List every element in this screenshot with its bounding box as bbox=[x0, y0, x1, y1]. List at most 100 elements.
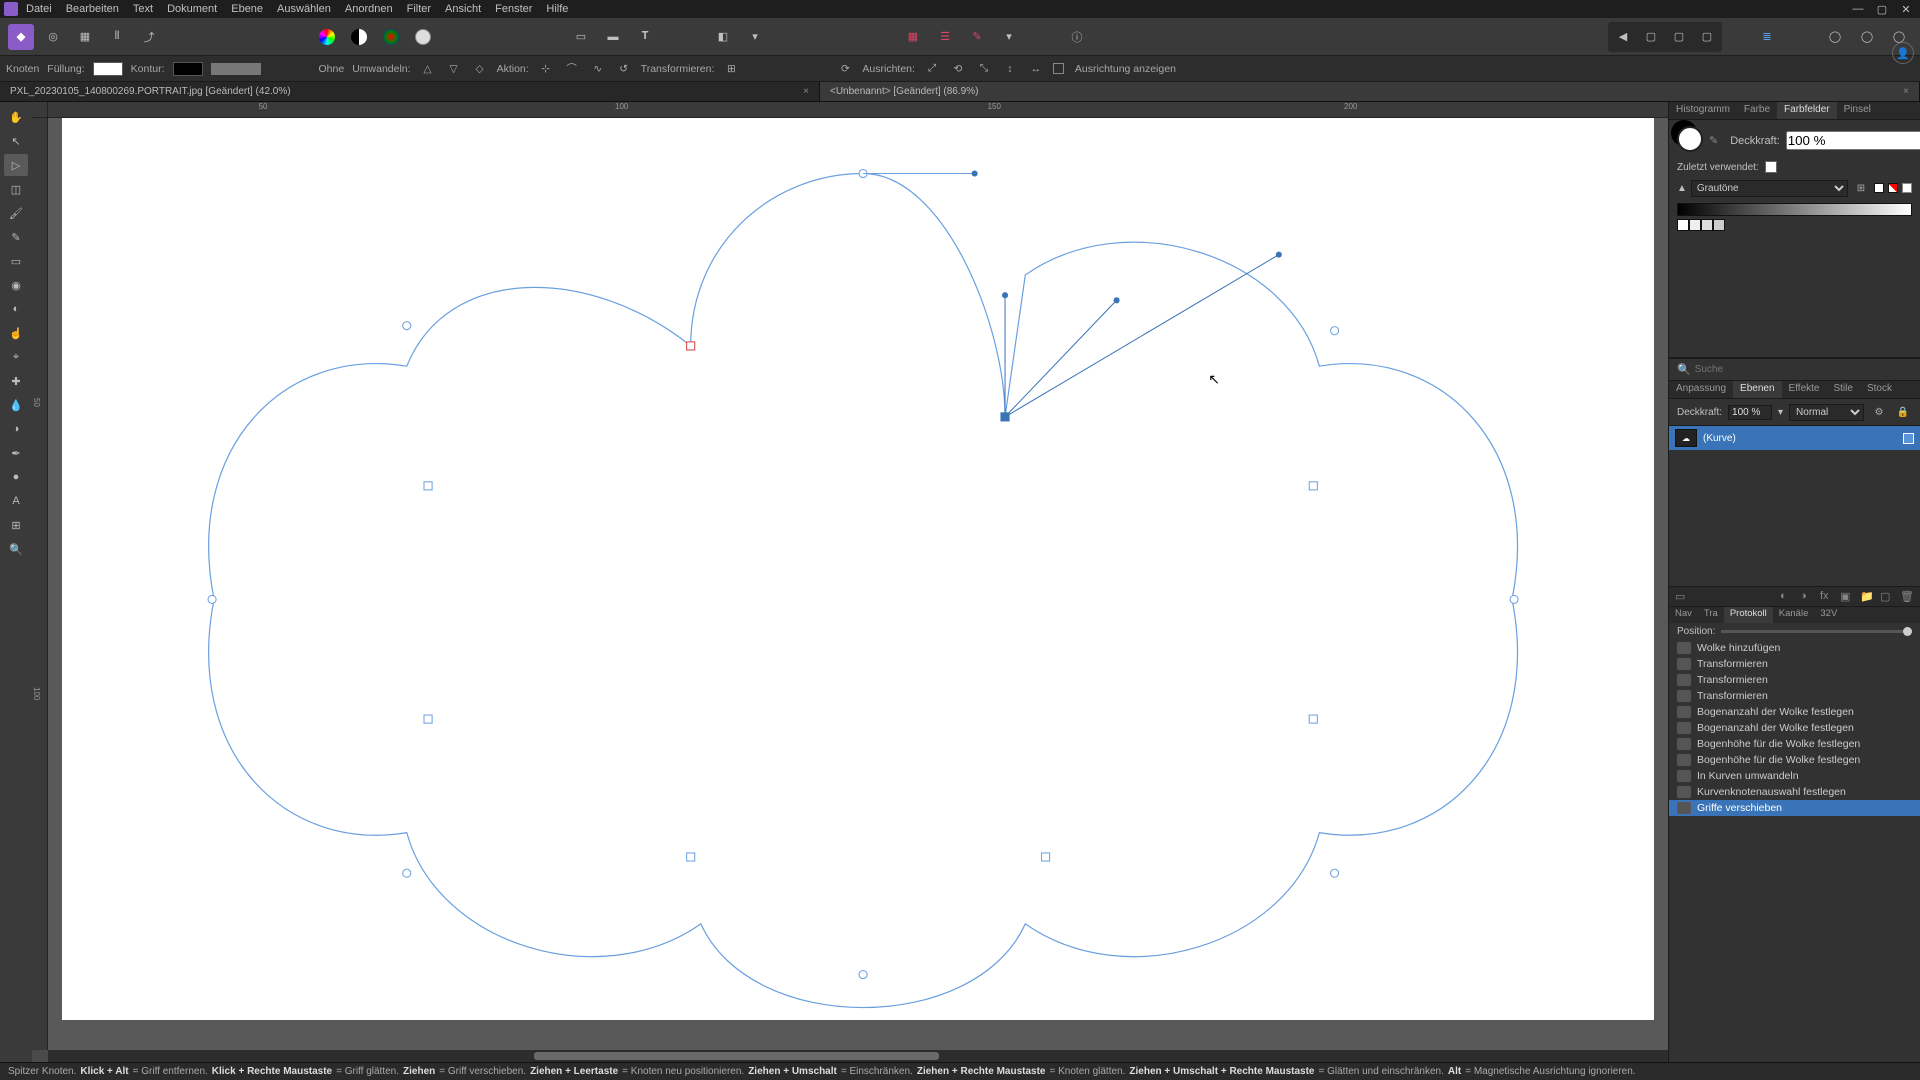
convert-sharp-icon[interactable]: △ bbox=[419, 60, 437, 78]
eyedropper-icon[interactable]: ✎ bbox=[1709, 134, 1718, 147]
snap-icon[interactable]: ✎ bbox=[964, 24, 990, 50]
gradient-tool-icon[interactable]: ◐ bbox=[4, 298, 28, 320]
convert-smooth-icon[interactable]: ▽ bbox=[445, 60, 463, 78]
history-item[interactable]: Bogenhöhe für die Wolke festlegen bbox=[1669, 752, 1920, 768]
assistant-icon[interactable]: ⓘ bbox=[1064, 24, 1090, 50]
layer-opacity-input[interactable] bbox=[1728, 405, 1772, 420]
persona-tone-icon[interactable]: ⦀ bbox=[104, 24, 130, 50]
history-item[interactable]: In Kurven umwandeln bbox=[1669, 768, 1920, 784]
menu-filter[interactable]: Filter bbox=[407, 3, 431, 15]
recent-swatch-1[interactable] bbox=[1765, 161, 1777, 173]
canvas-viewport[interactable]: ↖ bbox=[48, 118, 1668, 1050]
action-close-icon[interactable]: ⌒ bbox=[563, 60, 581, 78]
tab-farbfelder[interactable]: Farbfelder bbox=[1777, 102, 1837, 119]
circle1-icon[interactable]: ◯ bbox=[1822, 24, 1848, 50]
brush-tool-icon[interactable]: 🖌 bbox=[4, 202, 28, 224]
layer-opacity-dropdown-icon[interactable]: ▾ bbox=[1778, 407, 1783, 418]
history-item[interactable]: Wolke hinzufügen bbox=[1669, 640, 1920, 656]
history-item[interactable]: Transformieren bbox=[1669, 656, 1920, 672]
persona-photo-icon[interactable]: ◆ bbox=[8, 24, 34, 50]
palette-add-none[interactable] bbox=[1888, 183, 1898, 193]
opacity-input[interactable] bbox=[1786, 131, 1920, 150]
shape-tool-icon[interactable]: ● bbox=[4, 466, 28, 488]
layer-lock-icon[interactable]: 🔒 bbox=[1894, 403, 1912, 421]
menu-dokument[interactable]: Dokument bbox=[167, 3, 217, 15]
menu-text[interactable]: Text bbox=[133, 3, 153, 15]
healing-tool-icon[interactable]: ✚ bbox=[4, 370, 28, 392]
align-h2-icon[interactable]: ⟲ bbox=[949, 60, 967, 78]
history-item-selected[interactable]: Griffe verschieben bbox=[1669, 800, 1920, 816]
greyscale-swatches[interactable] bbox=[1677, 219, 1912, 231]
nav-box2-icon[interactable]: ▢ bbox=[1666, 24, 1692, 50]
circle2-icon[interactable]: ◯ bbox=[1854, 24, 1880, 50]
move-tool-icon[interactable]: ↖ bbox=[4, 130, 28, 152]
tab-farbe[interactable]: Farbe bbox=[1737, 102, 1777, 119]
quickmask-icon[interactable]: ◧ bbox=[710, 24, 736, 50]
horizontal-scrollbar[interactable] bbox=[48, 1050, 1668, 1062]
palette-add-white[interactable] bbox=[1874, 183, 1884, 193]
history-position-slider[interactable] bbox=[1721, 630, 1912, 633]
menu-anordnen[interactable]: Anordnen bbox=[345, 3, 393, 15]
layers-fx-icon[interactable]: fx bbox=[1820, 590, 1834, 604]
history-item[interactable]: Bogenanzahl der Wolke festlegen bbox=[1669, 704, 1920, 720]
palette-add-current[interactable] bbox=[1902, 183, 1912, 193]
layer-visibility-checkbox[interactable] bbox=[1903, 433, 1914, 444]
bw-chooser-icon[interactable] bbox=[346, 24, 372, 50]
history-item[interactable]: Bogenanzahl der Wolke festlegen bbox=[1669, 720, 1920, 736]
pencil-tool-icon[interactable]: ✎ bbox=[4, 226, 28, 248]
action-reverse-icon[interactable]: ↺ bbox=[615, 60, 633, 78]
crop-tool-icon[interactable]: ◫ bbox=[4, 178, 28, 200]
transform-grid-icon[interactable]: ⊞ bbox=[722, 60, 740, 78]
tab-tra[interactable]: Tra bbox=[1698, 607, 1724, 623]
cloud-curve-shape[interactable] bbox=[62, 118, 1654, 1020]
tab-32v[interactable]: 32V bbox=[1814, 607, 1843, 623]
overlay-chooser-icon[interactable] bbox=[410, 24, 436, 50]
tab-stock[interactable]: Stock bbox=[1860, 381, 1899, 398]
layers-mask-icon[interactable]: ◐ bbox=[1780, 590, 1794, 604]
layers-adjust-icon[interactable]: ◑ bbox=[1800, 590, 1814, 604]
tab-anpassung[interactable]: Anpassung bbox=[1669, 381, 1733, 398]
quickmask-dropdown-icon[interactable]: ▾ bbox=[742, 24, 768, 50]
menu-datei[interactable]: Datei bbox=[26, 3, 52, 15]
layer-item-curve[interactable]: ☁ (Kurve) bbox=[1669, 426, 1920, 450]
marquee-tool-icon[interactable]: ▭ bbox=[4, 250, 28, 272]
palette-select[interactable]: Grautöne bbox=[1691, 180, 1848, 197]
align-h3-icon[interactable]: ⤡ bbox=[975, 60, 993, 78]
blend-mode-select[interactable]: Normal bbox=[1789, 404, 1864, 421]
pen-tool-icon[interactable]: ✒ bbox=[4, 442, 28, 464]
search-input[interactable] bbox=[1695, 364, 1912, 375]
nav-box1-icon[interactable]: ▢ bbox=[1638, 24, 1664, 50]
menu-fenster[interactable]: Fenster bbox=[495, 3, 532, 15]
fill-swatch[interactable] bbox=[93, 62, 123, 76]
blur-tool-icon[interactable]: 💧 bbox=[4, 394, 28, 416]
color-chooser-icon[interactable] bbox=[314, 24, 340, 50]
grid-icon[interactable]: ▦ bbox=[900, 24, 926, 50]
document-tab-1[interactable]: PXL_20230105_140800269.PORTRAIT.jpg [Geä… bbox=[0, 82, 820, 101]
layer-fx-icon[interactable]: ⚙ bbox=[1870, 403, 1888, 421]
snap-dropdown-icon[interactable]: ▾ bbox=[996, 24, 1022, 50]
align-h1-icon[interactable]: ⤢ bbox=[923, 60, 941, 78]
foreground-color-well[interactable] bbox=[1677, 126, 1703, 152]
arrange-icon[interactable]: ≣ bbox=[1754, 24, 1780, 50]
history-item[interactable]: Transformieren bbox=[1669, 688, 1920, 704]
history-item[interactable]: Bogenhöhe für die Wolke festlegen bbox=[1669, 736, 1920, 752]
history-item[interactable]: Kurvenknotenauswahl festlegen bbox=[1669, 784, 1920, 800]
align-v2-icon[interactable]: ↔ bbox=[1027, 60, 1045, 78]
text-tool-icon[interactable]: A bbox=[4, 490, 28, 512]
nav-box3-icon[interactable]: ▢ bbox=[1694, 24, 1720, 50]
show-alignment-checkbox[interactable] bbox=[1053, 63, 1064, 74]
maximize-button[interactable]: ▢ bbox=[1872, 2, 1892, 16]
menu-ansicht[interactable]: Ansicht bbox=[445, 3, 481, 15]
layers-crop-icon[interactable]: ▣ bbox=[1840, 590, 1854, 604]
selection-text-icon[interactable]: 𝐓 bbox=[632, 24, 658, 50]
persona-liquify-icon[interactable]: ◎ bbox=[40, 24, 66, 50]
menu-ebene[interactable]: Ebene bbox=[231, 3, 263, 15]
tab-stile[interactable]: Stile bbox=[1826, 381, 1859, 398]
nav-back-icon[interactable]: ◀ bbox=[1610, 24, 1636, 50]
palette-grid-icon[interactable]: ⊞ bbox=[1852, 179, 1870, 197]
convert-smart-icon[interactable]: ◇ bbox=[471, 60, 489, 78]
hand-tool-icon[interactable]: ✋ bbox=[4, 106, 28, 128]
tab-effekte[interactable]: Effekte bbox=[1782, 381, 1827, 398]
tab-kanaele[interactable]: Kanäle bbox=[1773, 607, 1815, 623]
tab1-close-icon[interactable]: × bbox=[803, 86, 809, 97]
